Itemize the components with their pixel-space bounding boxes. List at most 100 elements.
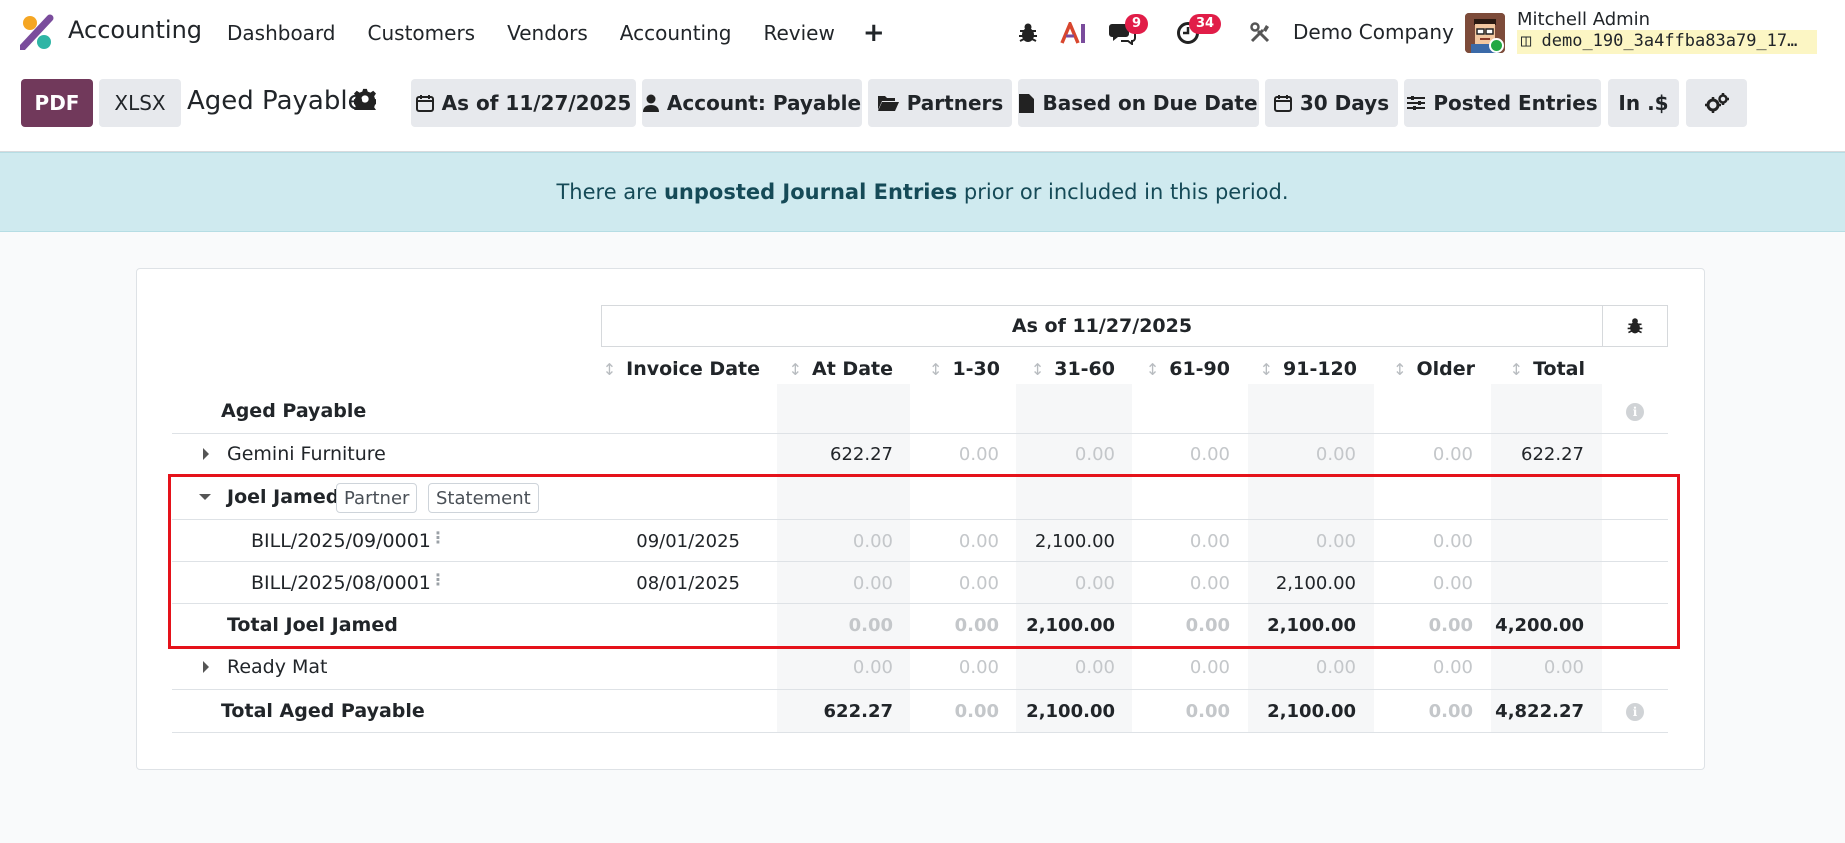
sort-icon: ↕ bbox=[1030, 359, 1045, 379]
activities-badge: 34 bbox=[1189, 14, 1222, 34]
column-total-label: Total bbox=[1533, 358, 1585, 380]
sliders-icon bbox=[1407, 96, 1426, 110]
ready-total: 0.00 bbox=[1543, 657, 1584, 678]
sort-icon: ↕ bbox=[1509, 359, 1524, 379]
database-name: ◫ demo_190_3a4ffba83a79_17… bbox=[1517, 30, 1817, 54]
gemini-91-120: 0.00 bbox=[1315, 444, 1356, 465]
alert-text-after: prior or included in this period. bbox=[957, 180, 1289, 204]
cogs-icon bbox=[1704, 93, 1729, 113]
partner-ready-mat[interactable]: Ready Mat bbox=[227, 656, 328, 678]
user-icon bbox=[642, 94, 659, 112]
report-title: Aged Payable bbox=[187, 86, 364, 116]
ready-61-90: 0.00 bbox=[1189, 657, 1230, 678]
column-invoice-date[interactable]: ↕ Invoice Date bbox=[603, 354, 760, 384]
ready-31-60: 0.00 bbox=[1074, 657, 1115, 678]
menu-vendors[interactable]: Vendors bbox=[507, 21, 588, 45]
gear-icon[interactable] bbox=[354, 88, 376, 110]
total-91-120: 2,100.00 bbox=[1267, 701, 1356, 722]
partner-gemini-furniture[interactable]: Gemini Furniture bbox=[227, 443, 386, 465]
column-61-90-label: 61-90 bbox=[1169, 358, 1230, 380]
folder-open-icon bbox=[877, 96, 899, 111]
column-91-120-label: 91-120 bbox=[1283, 358, 1357, 380]
bug-icon[interactable] bbox=[1012, 0, 1044, 66]
column-31-60-label: 31-60 bbox=[1054, 358, 1115, 380]
total-31-60: 2,100.00 bbox=[1026, 701, 1115, 722]
gemini-at-date: 622.27 bbox=[830, 444, 893, 465]
xlsx-button[interactable]: XLSX bbox=[99, 79, 181, 127]
menu-customers[interactable]: Customers bbox=[368, 21, 476, 45]
options-cogs-button[interactable] bbox=[1686, 79, 1747, 127]
as-of-date-label: As of 11/27/2025 bbox=[441, 91, 632, 115]
partners-filter-label: Partners bbox=[906, 91, 1004, 115]
currency-filter[interactable]: In .$ bbox=[1608, 79, 1679, 127]
total-61-90: 0.00 bbox=[1185, 701, 1230, 722]
menu-review[interactable]: Review bbox=[763, 21, 834, 45]
menu-accounting[interactable]: Accounting bbox=[620, 21, 732, 45]
company-switcher[interactable]: Demo Company bbox=[1293, 20, 1454, 44]
gemini-1-30: 0.00 bbox=[958, 444, 999, 465]
accounting-app-icon[interactable] bbox=[20, 14, 54, 50]
as-of-date-filter[interactable]: As of 11/27/2025 bbox=[411, 79, 636, 127]
posted-entries-label: Posted Entries bbox=[1433, 91, 1598, 115]
based-on-filter-label: Based on Due Date bbox=[1042, 91, 1258, 115]
app-name[interactable]: Accounting bbox=[68, 16, 202, 44]
section-aged-payable: Aged Payable bbox=[221, 400, 367, 422]
column-31-60[interactable]: ↕ 31-60 bbox=[1031, 354, 1115, 384]
document-icon bbox=[1019, 93, 1035, 113]
column-91-120[interactable]: ↕ 91-120 bbox=[1260, 354, 1357, 384]
date-header: As of 11/27/2025 bbox=[601, 305, 1603, 347]
row-divider bbox=[172, 732, 1668, 733]
user-name[interactable]: Mitchell Admin bbox=[1517, 9, 1650, 30]
sort-icon: ↕ bbox=[929, 359, 943, 379]
info-icon[interactable]: i bbox=[1626, 703, 1644, 721]
ready-1-30: 0.00 bbox=[958, 657, 999, 678]
unposted-entries-link[interactable]: unposted Journal Entries bbox=[664, 180, 957, 204]
unposted-entries-alert: There are unposted Journal Entries prior… bbox=[0, 152, 1845, 232]
partners-filter[interactable]: Partners bbox=[868, 79, 1012, 127]
column-at-date[interactable]: ↕ At Date bbox=[788, 354, 893, 384]
total-total: 4,822.27 bbox=[1495, 701, 1584, 722]
total-at-date: 622.27 bbox=[823, 701, 893, 722]
column-61-90[interactable]: ↕ 61-90 bbox=[1146, 354, 1230, 384]
highlight-box bbox=[168, 474, 1680, 649]
debug-column-header[interactable] bbox=[1602, 305, 1668, 347]
gemini-older: 0.00 bbox=[1432, 444, 1473, 465]
info-icon[interactable]: i bbox=[1626, 403, 1644, 421]
column-at-date-label: At Date bbox=[812, 358, 893, 380]
based-on-filter[interactable]: Based on Due Date bbox=[1018, 79, 1259, 127]
column-1-30-label: 1-30 bbox=[952, 358, 1000, 380]
ai-icon[interactable] bbox=[1056, 0, 1092, 66]
account-filter[interactable]: Account: Payable bbox=[642, 79, 862, 127]
online-status-dot bbox=[1489, 38, 1504, 53]
period-filter[interactable]: 30 Days bbox=[1265, 79, 1398, 127]
expand-caret-icon[interactable] bbox=[203, 661, 209, 673]
column-1-30[interactable]: ↕ 1-30 bbox=[929, 354, 1000, 384]
column-older[interactable]: ↕ Older bbox=[1393, 354, 1475, 384]
plus-icon[interactable]: + bbox=[863, 18, 885, 48]
sort-icon: ↕ bbox=[1393, 359, 1407, 379]
gemini-31-60: 0.00 bbox=[1074, 444, 1115, 465]
ready-at-date: 0.00 bbox=[852, 657, 893, 678]
settings-tools-icon[interactable] bbox=[1244, 0, 1276, 66]
account-filter-label: Account: Payable bbox=[666, 91, 862, 115]
menu-dashboard[interactable]: Dashboard bbox=[227, 21, 336, 45]
sort-icon: ↕ bbox=[788, 359, 803, 379]
sort-icon: ↕ bbox=[1259, 359, 1273, 379]
pdf-button[interactable]: PDF bbox=[21, 79, 93, 127]
database-label: demo_190_3a4ffba83a79_17… bbox=[1541, 31, 1798, 51]
calendar-icon bbox=[1273, 95, 1292, 112]
messages-badge: 9 bbox=[1125, 14, 1149, 34]
column-older-label: Older bbox=[1416, 358, 1475, 380]
ready-91-120: 0.00 bbox=[1315, 657, 1356, 678]
gemini-61-90: 0.00 bbox=[1189, 444, 1230, 465]
total-aged-payable-label: Total Aged Payable bbox=[221, 700, 425, 722]
posted-entries-filter[interactable]: Posted Entries bbox=[1404, 79, 1601, 127]
total-older: 0.00 bbox=[1428, 701, 1473, 722]
column-total[interactable]: ↕ Total bbox=[1510, 354, 1585, 384]
main-menu: Dashboard Customers Vendors Accounting R… bbox=[227, 0, 917, 66]
calendar-icon bbox=[415, 95, 434, 112]
gemini-total: 622.27 bbox=[1521, 444, 1584, 465]
row-divider bbox=[172, 689, 1668, 690]
alert-text-before: There are bbox=[556, 180, 664, 204]
expand-caret-icon[interactable] bbox=[203, 448, 209, 460]
